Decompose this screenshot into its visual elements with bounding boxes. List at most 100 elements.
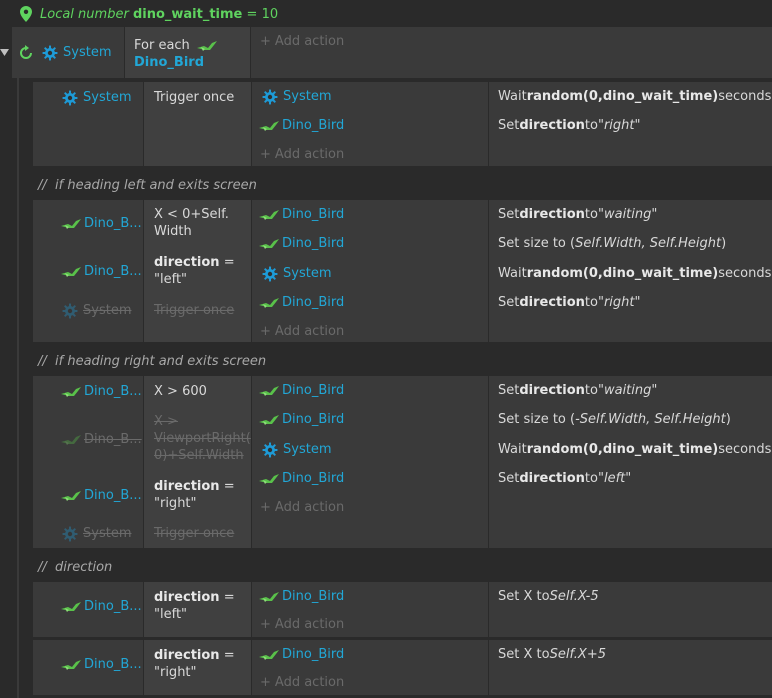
block3-cond3-object: Dino_B...	[60, 481, 142, 510]
block3-action2-text[interactable]: Set size to (-Self.Width, Self.Height)	[498, 405, 731, 434]
dino-bird-icon	[60, 433, 82, 447]
dino-bird-icon	[60, 658, 82, 672]
add-action-button[interactable]: + Add action	[260, 610, 344, 639]
local-variable-row[interactable]: Local number dino_wait_time = 10	[20, 4, 278, 24]
local-variable-name: dino_wait_time	[132, 6, 243, 22]
add-action-label: Add action	[274, 34, 345, 49]
top-condition-object[interactable]: System	[12, 27, 124, 78]
block2-cond2-object: Dino_B...	[60, 257, 142, 286]
block2-action2-object[interactable]: Dino_Bird	[258, 229, 344, 258]
block3-cond2-object: Dino_B...	[60, 425, 142, 454]
block1-cond-object-label: System	[83, 90, 132, 105]
comment-text: if heading left and exits screen	[55, 177, 257, 193]
block2-cond3-text: Trigger once	[154, 303, 235, 318]
block2-action1-text[interactable]: Set direction to "waiting"	[498, 200, 657, 229]
block4-cond-object: Dino_B...	[60, 592, 142, 621]
add-action-label: Add action	[274, 617, 345, 632]
top-condition-text[interactable]: For each Dino_Bird	[125, 27, 250, 78]
text-italic: "waiting"	[597, 207, 658, 222]
system-gear-icon	[42, 45, 58, 61]
dino-bird-icon	[258, 296, 280, 310]
block5-action-object[interactable]: Dino_Bird	[258, 640, 344, 669]
action-object-label: Dino_Bird	[282, 589, 345, 604]
text-part: Wait	[498, 89, 527, 104]
text-part: )	[721, 236, 727, 251]
block1-action1-object[interactable]: System	[262, 82, 331, 111]
block2-action2-text[interactable]: Set size to (Self.Width, Self.Height)	[498, 229, 726, 258]
cond-object-label: Dino_B...	[84, 599, 142, 614]
add-action-button[interactable]: + Add action	[260, 493, 344, 522]
action-object-label: Dino_Bird	[282, 236, 345, 251]
dino-bird-icon	[196, 39, 218, 53]
indent-guide	[17, 78, 19, 698]
text-bold: direction	[154, 590, 220, 605]
block2-action3-object[interactable]: System	[262, 259, 331, 288]
add-action-button[interactable]: + Add action	[260, 317, 344, 346]
comment-text: direction	[55, 559, 113, 575]
system-gear-icon	[262, 266, 278, 282]
block1-action2-object[interactable]: Dino_Bird	[258, 111, 344, 140]
block1-action1-text[interactable]: Wait random(0,dino_wait_time) seconds	[498, 82, 771, 111]
block3-action3-text[interactable]: Wait random(0,dino_wait_time) seconds	[498, 435, 771, 464]
action-object-label: Dino_Bird	[282, 412, 345, 427]
dino-bird-icon	[258, 472, 280, 486]
text-part: to	[584, 383, 598, 398]
block1-cond-text: Trigger once	[154, 90, 235, 105]
block3-action4-text[interactable]: Set direction to "left"	[498, 464, 631, 493]
text-part: Set size to (	[498, 412, 576, 427]
block5-action-text[interactable]: Set X to Self.X+5	[498, 640, 606, 669]
dino-bird-icon	[60, 385, 82, 399]
dino-bird-icon	[258, 413, 280, 427]
block4-action-object[interactable]: Dino_Bird	[258, 582, 344, 611]
block2-cond2-text: direction = "left"	[154, 254, 235, 288]
dino-bird-icon	[258, 119, 280, 133]
text-italic: Self.Width, Self.Height	[575, 236, 722, 251]
system-gear-icon	[62, 526, 78, 542]
block3-action1-object[interactable]: Dino_Bird	[258, 376, 344, 405]
add-action-button[interactable]: + Add action	[260, 27, 344, 56]
system-gear-icon	[262, 89, 278, 105]
block1-action2-text[interactable]: Set direction to "right"	[498, 111, 641, 140]
comment-row[interactable]: // if heading left and exits screen	[38, 170, 257, 200]
top-condition-object-label: System	[63, 45, 112, 60]
cond-object-label: System	[83, 303, 132, 318]
text-line: Width	[154, 224, 192, 239]
refresh-loop-icon	[20, 44, 32, 59]
local-variable-eq: =	[246, 6, 258, 22]
cond-object-label: System	[83, 526, 132, 541]
block3-action2-object[interactable]: Dino_Bird	[258, 405, 344, 434]
block2-action4-object[interactable]: Dino_Bird	[258, 288, 344, 317]
comment-row[interactable]: // direction	[38, 552, 112, 582]
block2-action4-text[interactable]: Set direction to "right"	[498, 288, 641, 317]
block3-action4-object[interactable]: Dino_Bird	[258, 464, 344, 493]
system-gear-icon	[62, 90, 78, 106]
dino-bird-icon	[258, 384, 280, 398]
cond-object-label: Dino_B...	[84, 216, 142, 231]
comment-row[interactable]: // if heading right and exits screen	[38, 346, 266, 376]
block3-cond4-text: Trigger once	[154, 526, 235, 541]
text-part: Set X to	[498, 589, 550, 604]
action-object-label: System	[283, 266, 332, 281]
text-bold: random(0,dino_wait_time)	[526, 442, 719, 457]
block3-action1-text[interactable]: Set direction to "waiting"	[498, 376, 657, 405]
action-object-label: Dino_Bird	[282, 118, 345, 133]
block2-cond1-object: Dino_B...	[60, 209, 142, 238]
action-object-label: System	[283, 442, 332, 457]
action-object-label: Dino_Bird	[282, 207, 345, 222]
block4-action-text[interactable]: Set X to Self.X-5	[498, 582, 599, 611]
action-object-label: Dino_Bird	[282, 383, 345, 398]
block3-cond2-text: X > ViewportRight(0)+Self.Width	[154, 413, 251, 464]
text-part: Set	[498, 207, 520, 222]
add-action-button[interactable]: + Add action	[260, 140, 344, 169]
text-line: "left"	[154, 272, 188, 287]
cond-object-label: Dino_B...	[84, 488, 142, 503]
dino-bird-icon	[60, 600, 82, 614]
block2-action1-object[interactable]: Dino_Bird	[258, 200, 344, 229]
collapse-arrow-icon[interactable]	[0, 46, 10, 56]
add-action-button[interactable]: + Add action	[260, 668, 344, 697]
block2-action3-text[interactable]: Wait random(0,dino_wait_time) seconds	[498, 259, 771, 288]
block3-action3-object[interactable]: System	[262, 435, 331, 464]
block2-cond1-text: X < 0+Self. Width	[154, 206, 229, 240]
system-gear-icon	[262, 442, 278, 458]
text-bold: random(0,dino_wait_time)	[526, 266, 719, 281]
